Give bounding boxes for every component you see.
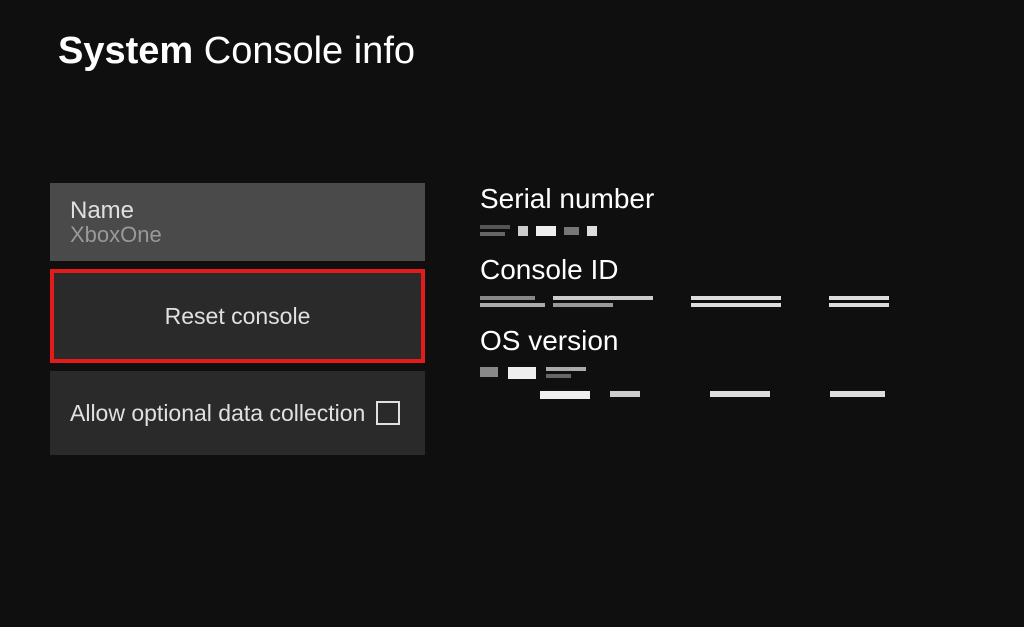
content-area: Name XboxOne Reset console Allow optiona… — [0, 73, 1024, 455]
data-collection-checkbox[interactable] — [376, 401, 400, 425]
page-title: System Console info — [58, 30, 1024, 73]
os-version-section: OS version — [480, 325, 889, 405]
settings-list: Name XboxOne Reset console Allow optiona… — [50, 183, 425, 455]
info-panel: Serial number Console ID OS version — [425, 183, 889, 455]
breadcrumb-page: Console info — [204, 30, 415, 72]
os-version-label: OS version — [480, 325, 889, 357]
serial-number-label: Serial number — [480, 183, 889, 215]
console-name-value: XboxOne — [70, 222, 405, 248]
serial-number-section: Serial number — [480, 183, 889, 236]
console-name-tile[interactable]: Name XboxOne — [50, 183, 425, 261]
os-version-value-redacted — [480, 367, 889, 379]
reset-console-button[interactable]: Reset console — [50, 269, 425, 363]
console-id-label: Console ID — [480, 254, 889, 286]
data-collection-label: Allow optional data collection — [70, 399, 365, 428]
serial-number-value-redacted — [480, 225, 889, 236]
page-header: System Console info — [0, 0, 1024, 73]
breadcrumb-system: System — [58, 30, 193, 72]
data-collection-toggle[interactable]: Allow optional data collection — [50, 371, 425, 455]
console-id-section: Console ID — [480, 254, 889, 307]
console-id-value-redacted — [480, 296, 889, 307]
console-name-label: Name — [70, 197, 405, 225]
reset-console-label: Reset console — [165, 303, 311, 330]
os-version-value-redacted-2 — [480, 391, 889, 399]
